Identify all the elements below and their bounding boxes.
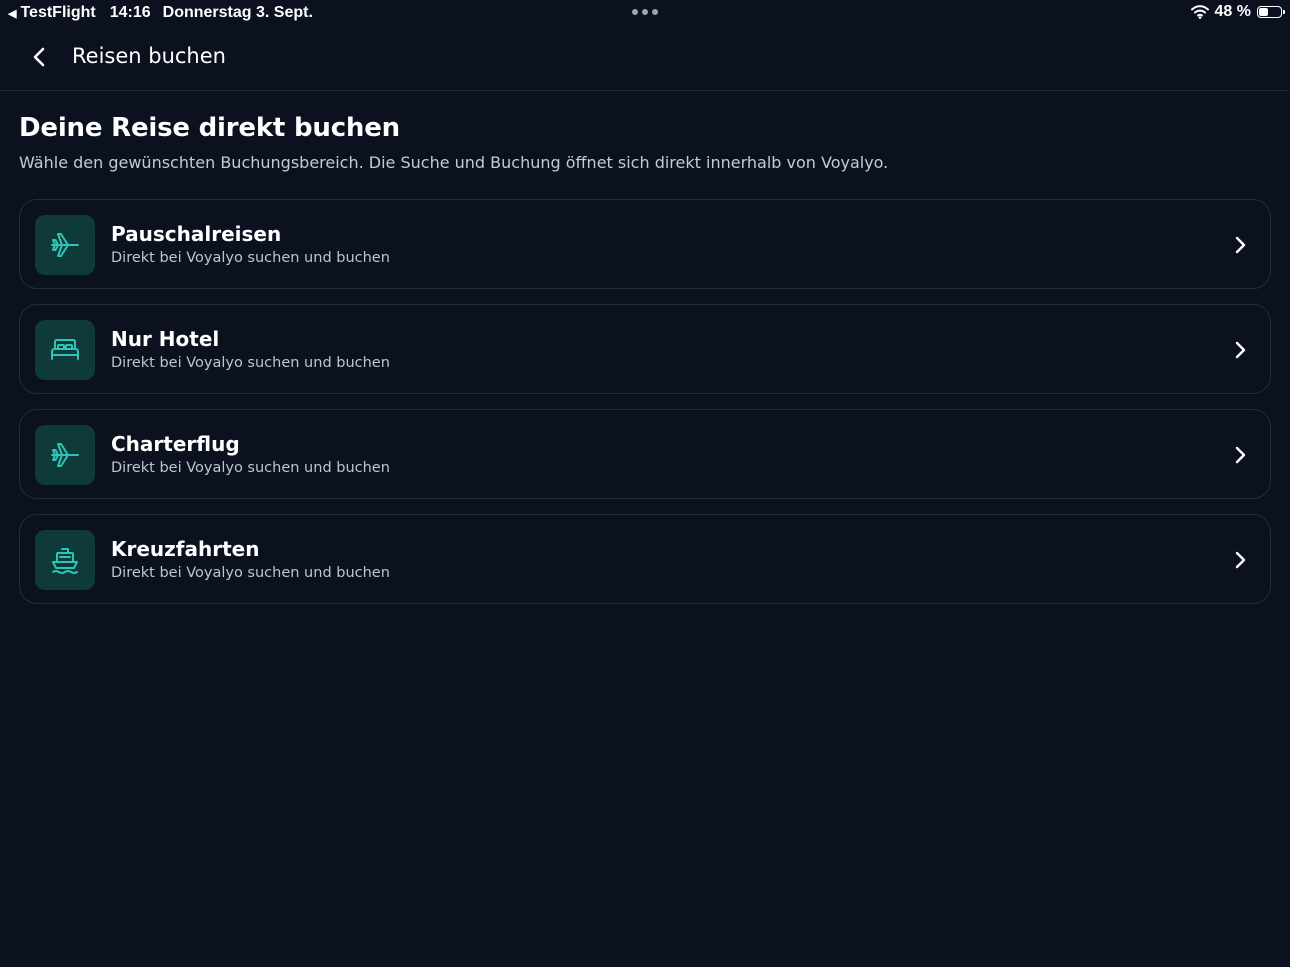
option-subtitle: Direkt bei Voyalyo suchen und buchen <box>111 565 390 581</box>
battery-icon <box>1257 6 1285 18</box>
bed-icon <box>51 339 79 360</box>
wifi-icon <box>1190 5 1209 19</box>
chevron-right-icon <box>1228 338 1252 362</box>
icon-tile <box>35 215 95 275</box>
chevron-right-icon <box>1228 548 1252 572</box>
more-dots-icon[interactable] <box>632 9 658 15</box>
icon-tile <box>35 320 95 380</box>
airplane-icon <box>51 233 79 257</box>
back-button[interactable] <box>22 40 56 74</box>
page-title: Deine Reise direkt buchen <box>19 113 400 143</box>
status-time: 14:16 <box>109 4 151 21</box>
option-card-kreuzfahrten[interactable]: Kreuzfahrten Direkt bei Voyalyo suchen u… <box>19 514 1271 604</box>
option-subtitle: Direkt bei Voyalyo suchen und buchen <box>111 460 390 476</box>
page-subtitle: Wähle den gewünschten Buchungsbereich. D… <box>19 153 889 172</box>
back-triangle-icon[interactable]: ◀ <box>8 7 16 20</box>
option-title: Charterflug <box>111 432 240 456</box>
booking-options-list: Pauschalreisen Direkt bei Voyalyo suchen… <box>19 199 1271 604</box>
option-title: Pauschalreisen <box>111 222 282 246</box>
navigation-bar: Reisen buchen <box>0 26 1290 91</box>
chevron-left-icon <box>33 47 45 67</box>
status-date: Donnerstag 3. Sept. <box>162 4 313 21</box>
option-card-charterflug[interactable]: Charterflug Direkt bei Voyalyo suchen un… <box>19 409 1271 499</box>
main-content: Deine Reise direkt buchen Wähle den gewü… <box>19 110 1271 604</box>
icon-tile <box>35 530 95 590</box>
status-right: 48 % <box>1190 3 1285 21</box>
ship-icon <box>52 548 78 574</box>
option-card-nur-hotel[interactable]: Nur Hotel Direkt bei Voyalyo suchen und … <box>19 304 1271 394</box>
option-title: Kreuzfahrten <box>111 537 260 561</box>
airplane-icon <box>51 443 79 467</box>
status-bar: ◀ TestFlight 14:16 Donnerstag 3. Sept. 4… <box>0 0 1290 26</box>
option-card-pauschalreisen[interactable]: Pauschalreisen Direkt bei Voyalyo suchen… <box>19 199 1271 289</box>
option-title: Nur Hotel <box>111 327 220 351</box>
icon-tile <box>35 425 95 485</box>
back-app-label[interactable]: TestFlight <box>20 4 95 22</box>
chevron-right-icon <box>1228 443 1252 467</box>
battery-percent: 48 % <box>1214 3 1251 20</box>
status-left: ◀ TestFlight 14:16 Donnerstag 3. Sept. <box>8 4 313 22</box>
option-subtitle: Direkt bei Voyalyo suchen und buchen <box>111 250 390 266</box>
chevron-right-icon <box>1228 233 1252 257</box>
option-subtitle: Direkt bei Voyalyo suchen und buchen <box>111 355 390 371</box>
nav-title: Reisen buchen <box>72 44 226 68</box>
